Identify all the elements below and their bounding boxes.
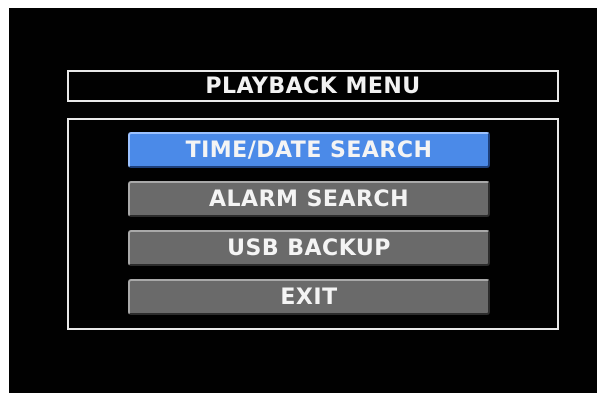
title-frame: PLAYBACK MENU <box>67 70 559 102</box>
menu-item-label: TIME/DATE SEARCH <box>185 137 433 163</box>
exit-button[interactable]: EXIT <box>128 279 490 315</box>
usb-backup-button[interactable]: USB BACKUP <box>128 230 490 266</box>
alarm-search-button[interactable]: ALARM SEARCH <box>128 181 490 217</box>
menu-item-label: EXIT <box>280 284 338 310</box>
time-date-search-button[interactable]: TIME/DATE SEARCH <box>128 132 490 168</box>
menu-item-label: ALARM SEARCH <box>209 186 409 212</box>
menu-frame: TIME/DATE SEARCH ALARM SEARCH USB BACKUP… <box>67 118 559 330</box>
menu-item-label: USB BACKUP <box>227 235 391 261</box>
dvr-screen: PLAYBACK MENU TIME/DATE SEARCH ALARM SEA… <box>9 8 597 393</box>
menu-list: TIME/DATE SEARCH ALARM SEARCH USB BACKUP… <box>128 132 490 328</box>
menu-title: PLAYBACK MENU <box>205 73 421 99</box>
